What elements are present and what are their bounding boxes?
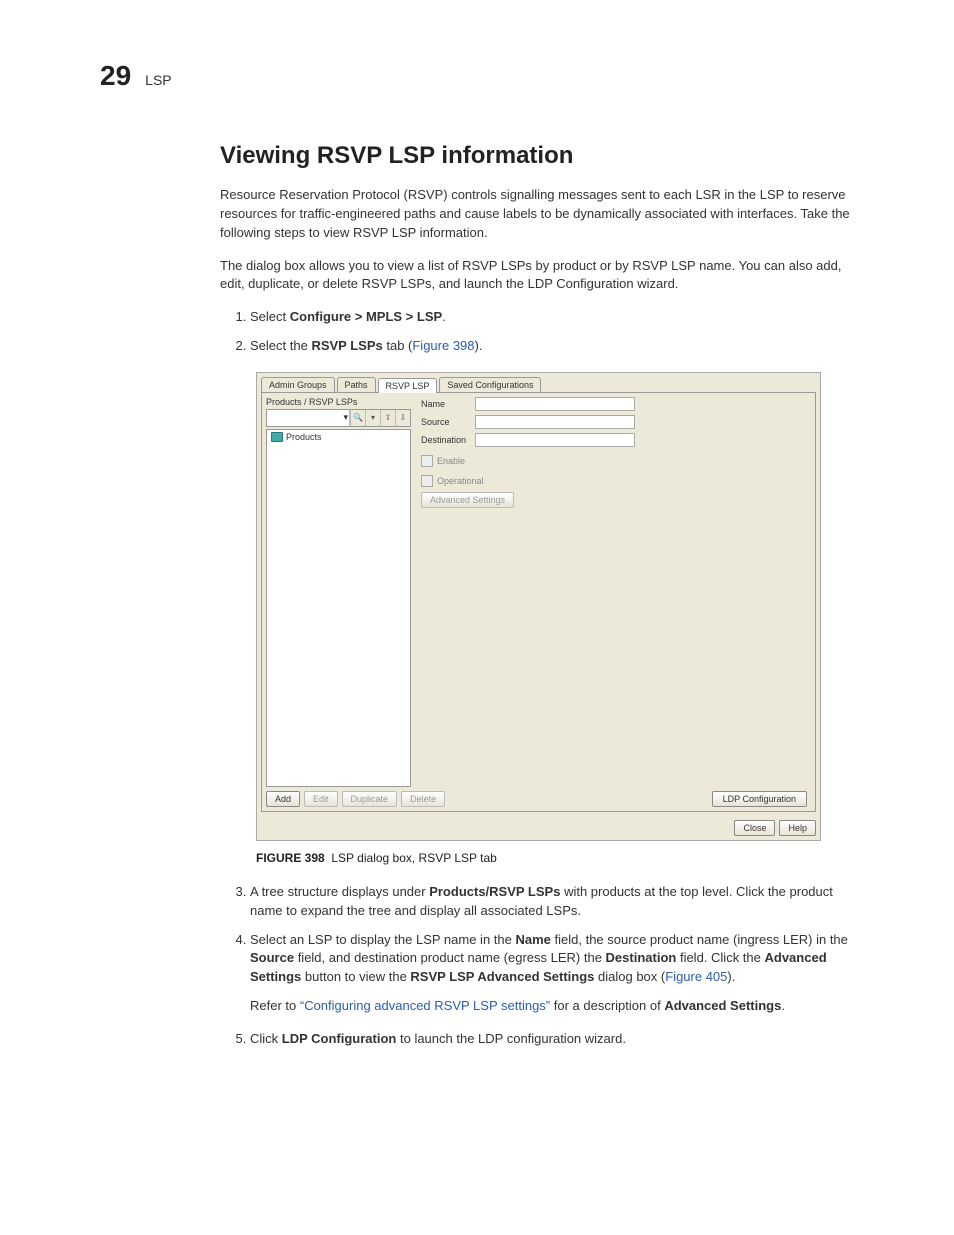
step-3: A tree structure displays under Products… bbox=[250, 883, 860, 921]
ldp-configuration-button[interactable]: LDP Configuration bbox=[712, 791, 807, 807]
help-button[interactable]: Help bbox=[779, 820, 816, 836]
configuring-advanced-link[interactable]: “Configuring advanced RSVP LSP settings” bbox=[300, 998, 550, 1013]
destination-input[interactable] bbox=[475, 433, 635, 447]
step-2: Select the RSVP LSPs tab (Figure 398). bbox=[250, 337, 860, 356]
tab-strip: Admin Groups Paths RSVP LSP Saved Config… bbox=[257, 373, 820, 392]
chevron-down-icon[interactable]: ▾ bbox=[365, 410, 380, 426]
enable-label: Enable bbox=[437, 456, 465, 466]
enable-checkbox[interactable] bbox=[421, 455, 433, 467]
step-5: Click LDP Configuration to launch the LD… bbox=[250, 1030, 860, 1049]
intro-paragraph-1: Resource Reservation Protocol (RSVP) con… bbox=[220, 186, 860, 243]
source-label: Source bbox=[421, 417, 469, 427]
section-heading: Viewing RSVP LSP information bbox=[220, 142, 860, 170]
tab-paths[interactable]: Paths bbox=[337, 377, 376, 392]
arrow-up-icon[interactable]: ⇧ bbox=[380, 410, 395, 426]
tab-admin-groups[interactable]: Admin Groups bbox=[261, 377, 335, 392]
name-label: Name bbox=[421, 399, 469, 409]
filter-combo[interactable]: ▾ bbox=[267, 410, 350, 426]
add-button[interactable]: Add bbox=[266, 791, 300, 807]
tab-rsvp-lsp[interactable]: RSVP LSP bbox=[378, 378, 438, 393]
figure-caption: FIGURE 398 LSP dialog box, RSVP LSP tab bbox=[256, 851, 860, 865]
edit-button[interactable]: Edit bbox=[304, 791, 338, 807]
operational-checkbox[interactable] bbox=[421, 475, 433, 487]
tree-root-item[interactable]: Products bbox=[271, 432, 406, 442]
figure-398: Admin Groups Paths RSVP LSP Saved Config… bbox=[256, 372, 821, 841]
close-button[interactable]: Close bbox=[734, 820, 775, 836]
destination-label: Destination bbox=[421, 435, 469, 445]
chevron-down-icon: ▾ bbox=[343, 412, 348, 423]
intro-paragraph-2: The dialog box allows you to view a list… bbox=[220, 257, 860, 295]
name-input[interactable] bbox=[475, 397, 635, 411]
sidebar-title: Products / RSVP LSPs bbox=[266, 397, 411, 407]
step-4: Select an LSP to display the LSP name in… bbox=[250, 931, 860, 1016]
source-input[interactable] bbox=[475, 415, 635, 429]
chapter-number: 29 bbox=[100, 60, 131, 92]
page-header: 29 LSP bbox=[100, 60, 864, 92]
tab-saved-configurations[interactable]: Saved Configurations bbox=[439, 377, 541, 392]
products-tree[interactable]: Products bbox=[266, 429, 411, 787]
sidebar-toolbar: ▾ 🔍 ▾ ⇧ ⇩ bbox=[266, 409, 411, 427]
arrow-down-icon[interactable]: ⇩ bbox=[395, 410, 410, 426]
step-1: Select Configure > MPLS > LSP. bbox=[250, 308, 860, 327]
duplicate-button[interactable]: Duplicate bbox=[342, 791, 398, 807]
figure-405-link[interactable]: Figure 405 bbox=[665, 969, 727, 984]
chapter-title: LSP bbox=[145, 72, 171, 88]
figure-398-link[interactable]: Figure 398 bbox=[412, 338, 474, 353]
find-icon[interactable]: 🔍 bbox=[350, 410, 365, 426]
folder-icon bbox=[271, 432, 283, 442]
operational-label: Operational bbox=[437, 476, 484, 486]
